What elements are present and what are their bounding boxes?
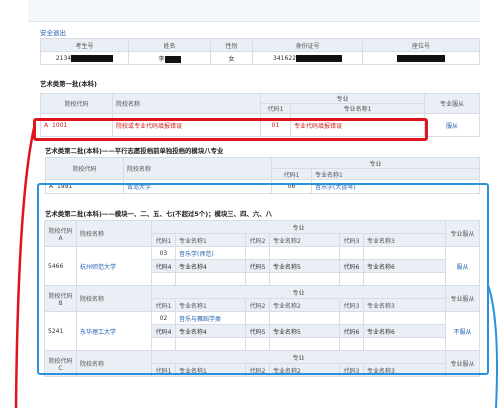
annotation-curves bbox=[14, 127, 498, 408]
red-annotation-curve bbox=[14, 127, 36, 408]
blue-annotation-curve bbox=[487, 284, 498, 408]
